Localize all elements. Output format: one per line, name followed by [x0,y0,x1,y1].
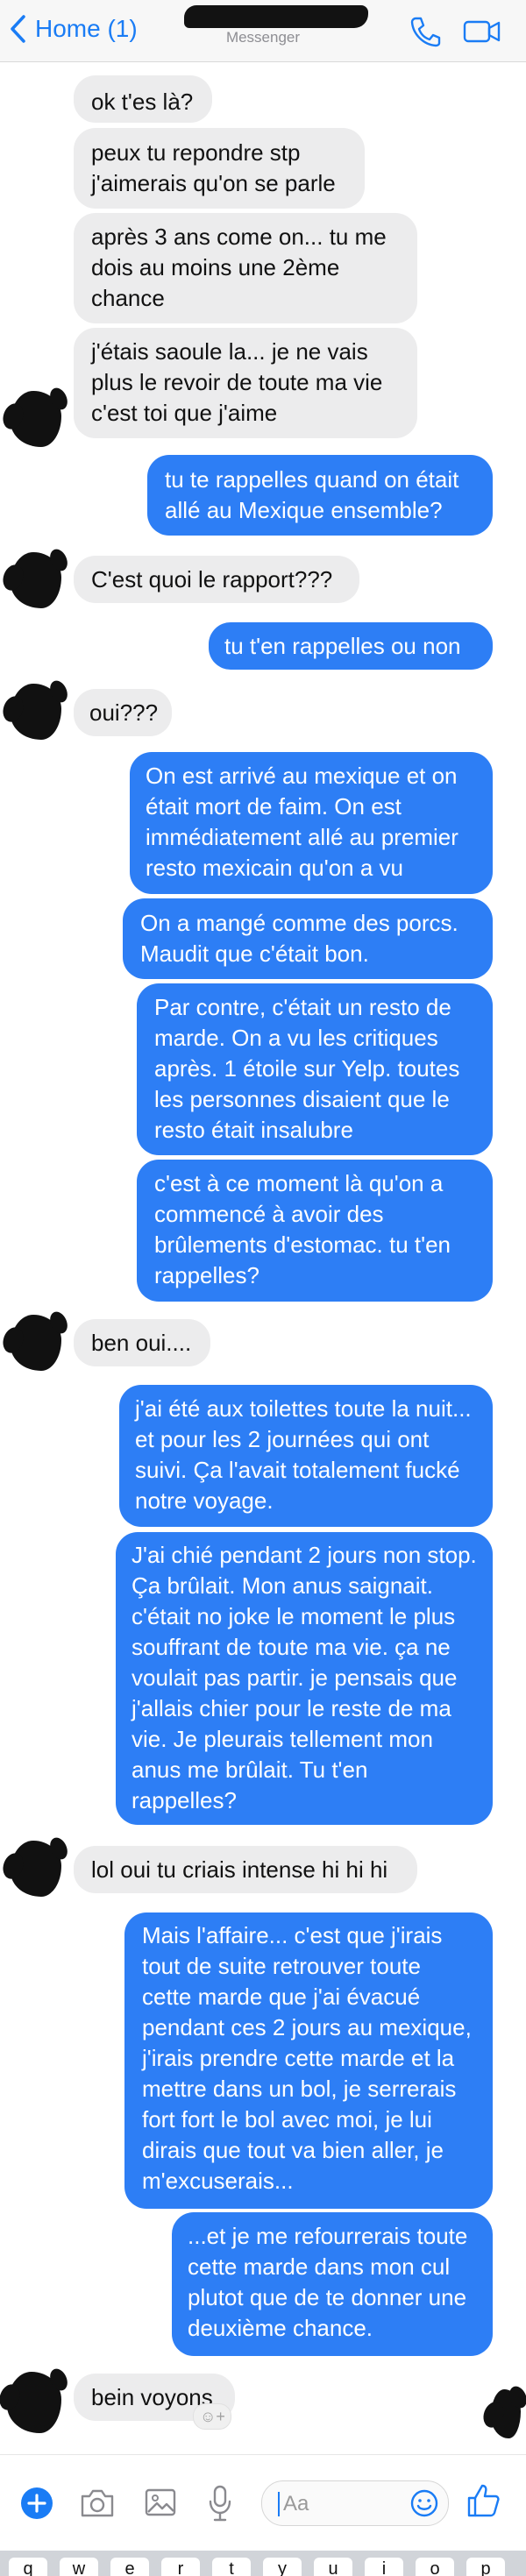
message-outgoing[interactable]: tu t'en rappelles ou non [209,622,493,670]
message-outgoing[interactable]: tu te rappelles quand on était allé au M… [147,455,493,536]
message-text: j'ai été aux toilettes toute la nuit... … [135,1395,472,1514]
message-text: j'étais saoule la... je ne vais plus le … [91,338,383,426]
plus-icon[interactable] [19,2486,54,2521]
message-text: C'est quoi le rapport??? [91,566,333,593]
redacted-avatar [11,1315,61,1371]
redacted-avatar [11,552,61,608]
redacted-avatar [11,391,61,447]
message-text: c'est à ce moment là qu'on a commencé à … [154,1170,451,1288]
thumbs-up-icon[interactable] [466,2482,501,2519]
message-outgoing[interactable]: On a mangé comme des porcs. Maudit que c… [123,898,493,979]
message-text: peux tu repondre stp j'aimerais qu'on se… [91,139,336,196]
message-text: J'ai chié pendant 2 jours non stop. Ça b… [132,1542,477,1813]
message-incoming[interactable]: C'est quoi le rapport??? [74,556,359,603]
message-incoming[interactable]: après 3 ans come on... tu me dois au moi… [74,213,417,323]
conversation-header: Home (1) Messenger [0,0,526,62]
message-outgoing[interactable]: On est arrivé au mexique et on était mor… [130,752,493,894]
message-outgoing[interactable]: J'ai chié pendant 2 jours non stop. Ça b… [116,1532,493,1825]
message-text: tu te rappelles quand on était allé au M… [165,466,459,523]
key-label: w [72,2559,86,2576]
message-incoming[interactable]: lol oui tu criais intense hi hi hi [74,1846,417,1893]
message-outgoing[interactable]: Mais l'affaire... c'est que j'irais tout… [124,1912,493,2209]
key[interactable]: u [314,2558,352,2576]
key[interactable]: p [466,2558,505,2576]
key-label: y [278,2559,287,2576]
redacted-avatar [11,684,61,740]
key[interactable]: q [9,2558,47,2576]
key-label: i [381,2559,387,2576]
key[interactable]: w [60,2558,98,2576]
camera-icon[interactable] [79,2487,116,2519]
message-text: On est arrivé au mexique et on était mor… [146,763,458,881]
key-label: u [328,2559,338,2576]
message-text: On a mangé comme des porcs. Maudit que c… [140,910,458,967]
redacted-avatar [7,2372,61,2433]
key[interactable]: e [110,2558,149,2576]
redacted-read-receipt [491,2389,521,2438]
message-outgoing[interactable]: c'est à ce moment là qu'on a commencé à … [137,1160,493,1302]
message-text: après 3 ans come on... tu me dois au moi… [91,224,387,311]
text-caret [278,2492,280,2516]
key-label: e [124,2559,135,2576]
key-label: r [177,2559,184,2576]
message-text: ben oui.... [91,1330,192,1356]
message-text: lol oui tu criais intense hi hi hi [91,1856,388,1883]
emoji-icon[interactable] [409,2488,439,2518]
header-subtitle: Messenger [225,29,301,46]
key[interactable]: i [365,2558,403,2576]
redacted-contact-name [184,5,368,28]
message-incoming[interactable]: peux tu repondre stp j'aimerais qu'on se… [74,128,365,209]
message-input[interactable]: Aa [261,2480,449,2526]
add-reaction-button[interactable]: ☺+ [193,2403,231,2430]
video-camera-icon[interactable] [463,16,501,46]
message-outgoing[interactable]: j'ai été aux toilettes toute la nuit... … [119,1385,493,1527]
key[interactable]: r [161,2558,200,2576]
message-incoming[interactable]: ben oui.... [74,1319,210,1366]
message-text: ...et je me refourrerais toute cette mar… [188,2223,468,2341]
key[interactable]: t [212,2558,251,2576]
message-input-placeholder: Aa [283,2492,309,2516]
gallery-icon[interactable] [144,2486,177,2519]
message-outgoing[interactable]: ...et je me refourrerais toute cette mar… [172,2212,493,2356]
message-outgoing[interactable]: Par contre, c'était un resto de marde. O… [137,983,493,1155]
message-text: ok t'es là? [91,89,194,115]
redacted-avatar [11,1841,61,1897]
microphone-icon[interactable] [207,2484,233,2523]
reaction-smiley-icon: ☺+ [200,2408,225,2425]
key[interactable]: o [416,2558,454,2576]
key[interactable]: y [263,2558,302,2576]
message-incoming[interactable]: j'étais saoule la... je ne vais plus le … [74,328,417,438]
key-label: q [23,2559,33,2576]
message-incoming[interactable]: oui??? [74,689,172,736]
key-label: t [229,2559,234,2576]
message-text: Mais l'affaire... c'est que j'irais tout… [142,1922,472,2194]
message-incoming[interactable]: ok t'es là? [74,75,212,123]
phone-icon[interactable] [409,16,442,47]
message-text: Par contre, c'était un resto de marde. O… [154,994,460,1143]
message-text: tu t'en rappelles ou non [224,633,461,659]
key-label: p [480,2559,491,2576]
key-label: o [430,2559,440,2576]
message-text: oui??? [89,699,159,726]
